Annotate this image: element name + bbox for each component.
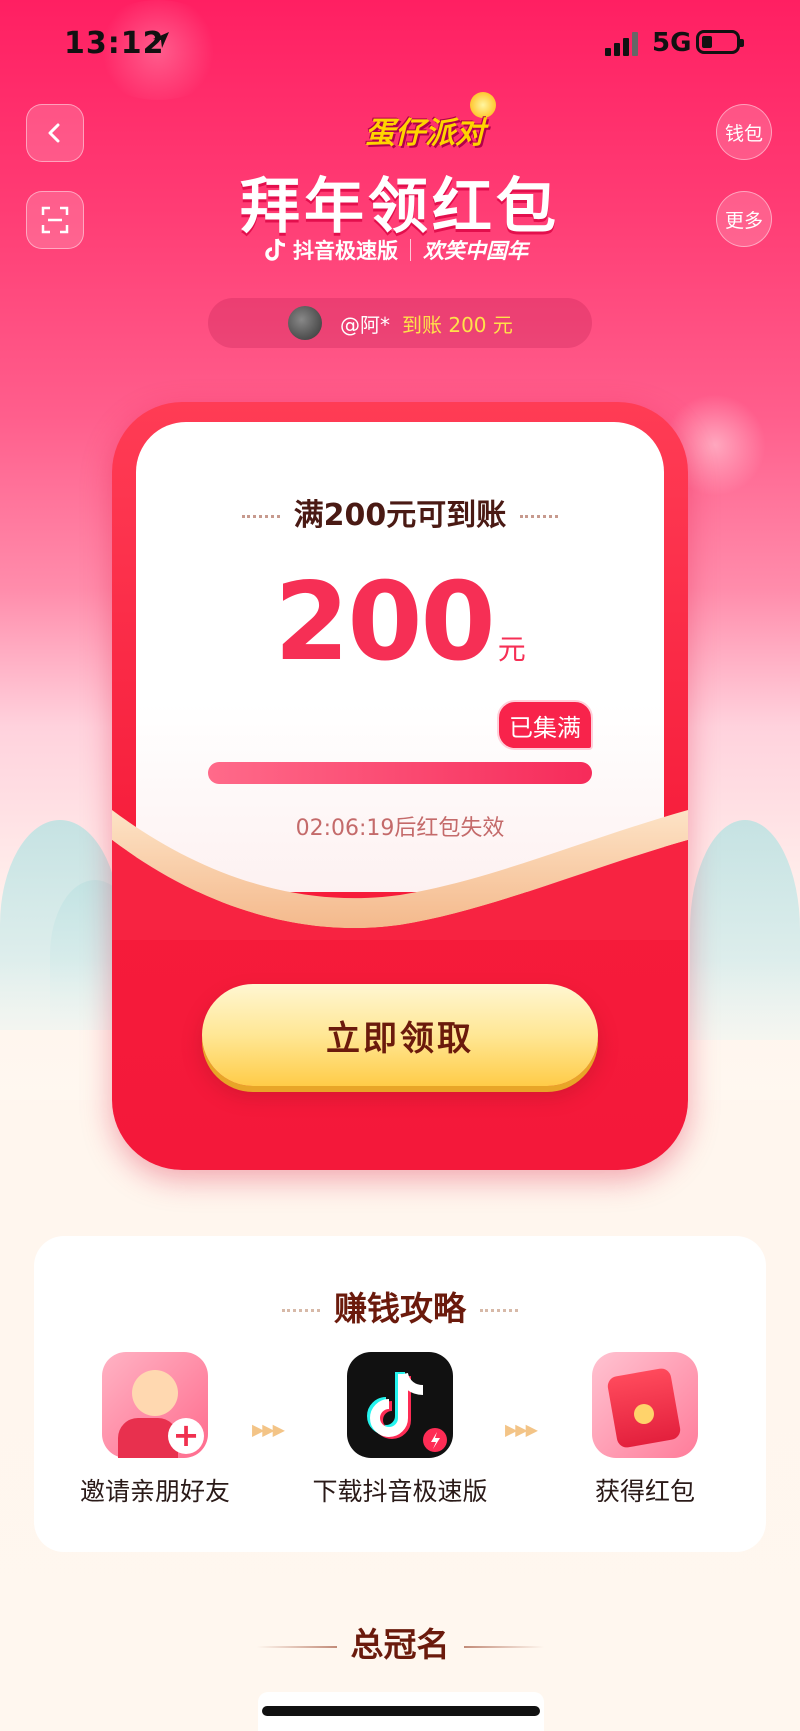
sponsor-title: 总冠名 bbox=[0, 1618, 800, 1666]
party-logo: 蛋仔派对 bbox=[365, 116, 485, 151]
red-packet-icon bbox=[592, 1352, 698, 1458]
amount-unit: 元 bbox=[497, 633, 526, 666]
divider-dots bbox=[520, 515, 559, 518]
step-arrow-icon: ▶▶▶ bbox=[252, 1420, 285, 1439]
divider-line bbox=[463, 1645, 544, 1648]
red-packet-amount: 200 元 bbox=[136, 560, 664, 685]
progress-bar bbox=[208, 762, 592, 784]
strategy-title: 赚钱攻略 bbox=[34, 1282, 766, 1330]
home-indicator[interactable] bbox=[262, 1706, 540, 1716]
notice-amount: 到账 200 元 bbox=[402, 312, 513, 337]
step-invite[interactable]: + 邀请亲朋好友 bbox=[45, 1352, 265, 1508]
invite-friend-icon: + bbox=[102, 1352, 208, 1458]
douyin-note-icon bbox=[367, 1372, 447, 1452]
sponsor-title-text: 总冠名 bbox=[350, 1625, 450, 1664]
avatar bbox=[288, 306, 322, 340]
strategy-title-text: 赚钱攻略 bbox=[334, 1289, 466, 1328]
divider-dots bbox=[241, 515, 280, 518]
chevron-left-icon bbox=[48, 123, 60, 143]
scan-button[interactable] bbox=[26, 191, 84, 249]
divider-line bbox=[256, 1645, 337, 1648]
claim-now-button[interactable]: 立即领取 bbox=[202, 984, 598, 1086]
step-label: 邀请亲朋好友 bbox=[79, 1477, 230, 1506]
location-arrow-icon bbox=[153, 32, 169, 48]
page-title: 拜年领红包 bbox=[240, 172, 560, 242]
threshold-text: 满200元可到账 bbox=[293, 498, 507, 533]
douyin-lite-app-icon bbox=[347, 1352, 453, 1458]
brand-name: 抖音极速版 bbox=[293, 239, 398, 263]
status-time: 13:12 bbox=[64, 26, 165, 61]
scan-icon bbox=[41, 206, 69, 234]
brand-divider bbox=[410, 239, 411, 261]
step-label: 获得红包 bbox=[594, 1477, 695, 1506]
more-button[interactable]: 更多 bbox=[716, 191, 772, 247]
slogan: 欢笑中国年 bbox=[423, 239, 528, 263]
back-button[interactable] bbox=[26, 104, 84, 162]
step-get-red-packet[interactable]: 获得红包 bbox=[535, 1352, 755, 1508]
threshold-label: 满200元可到账 bbox=[136, 490, 664, 534]
network-type: 5G bbox=[652, 28, 692, 58]
battery-icon bbox=[696, 30, 744, 54]
notice-user: @阿* bbox=[340, 312, 390, 337]
wallet-button[interactable]: 钱包 bbox=[716, 104, 772, 160]
credit-notice: @阿* 到账 200 元 bbox=[208, 298, 592, 348]
douyin-logo-icon bbox=[265, 238, 286, 261]
envelope-flap bbox=[112, 810, 688, 940]
status-bar: 13:12 5G bbox=[0, 0, 800, 90]
step-arrow-icon: ▶▶▶ bbox=[505, 1420, 538, 1439]
divider-dots bbox=[480, 1309, 518, 1312]
divider-dots bbox=[282, 1309, 320, 1312]
amount-value: 200 bbox=[274, 560, 495, 685]
brand-row: 抖音极速版 欢笑中国年 bbox=[265, 234, 528, 266]
step-download[interactable]: 下载抖音极速版 bbox=[290, 1352, 510, 1508]
collected-badge: 已集满 bbox=[497, 700, 593, 750]
signal-bars-icon bbox=[605, 32, 638, 56]
step-label: 下载抖音极速版 bbox=[312, 1477, 488, 1506]
